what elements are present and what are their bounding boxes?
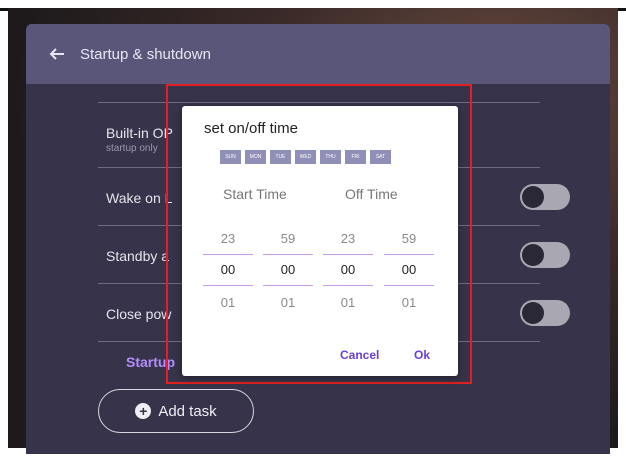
picker-prev[interactable]: 23: [323, 224, 373, 254]
picker-next[interactable]: 01: [384, 288, 434, 318]
day-sun[interactable]: SUN: [220, 150, 241, 164]
picker-prev[interactable]: 59: [384, 224, 434, 254]
toggle-knob: [522, 186, 544, 208]
set-time-dialog: set on/off time SUN MON TUE WED THU FRI …: [182, 106, 458, 376]
ok-button[interactable]: Ok: [414, 348, 430, 362]
day-tue[interactable]: TUE: [270, 150, 291, 164]
day-sat[interactable]: SAT: [370, 150, 391, 164]
row-sublabel: startup only: [106, 143, 158, 154]
off-minute-picker[interactable]: 59 00 01: [384, 224, 434, 318]
row-label: Wake on L: [106, 190, 173, 206]
picker-current[interactable]: 00: [263, 254, 313, 286]
dialog-title: set on/off time: [204, 120, 298, 137]
picker-next[interactable]: 01: [263, 288, 313, 318]
startup-link[interactable]: Startup: [126, 354, 175, 370]
day-fri[interactable]: FRI: [345, 150, 366, 164]
picker-current[interactable]: 00: [203, 254, 253, 286]
close-power-toggle[interactable]: [520, 300, 570, 326]
picker-prev[interactable]: 59: [263, 224, 313, 254]
row-label: Standby a: [106, 248, 170, 264]
day-mon[interactable]: MON: [245, 150, 266, 164]
add-task-button[interactable]: + Add task: [98, 389, 254, 433]
weekday-selector: SUN MON TUE WED THU FRI SAT: [220, 150, 391, 164]
standby-toggle[interactable]: [520, 242, 570, 268]
start-minute-picker[interactable]: 59 00 01: [263, 224, 313, 318]
row-label: Built-in OP: [106, 125, 173, 141]
picker-prev[interactable]: 23: [203, 224, 253, 254]
toggle-knob: [522, 244, 544, 266]
off-hour-picker[interactable]: 23 00 01: [323, 224, 373, 318]
picker-current[interactable]: 00: [323, 254, 373, 286]
day-wed[interactable]: WED: [295, 150, 316, 164]
cancel-button[interactable]: Cancel: [340, 348, 379, 362]
start-hour-picker[interactable]: 23 00 01: [203, 224, 253, 318]
back-arrow-icon[interactable]: [48, 45, 66, 63]
wake-toggle[interactable]: [520, 184, 570, 210]
picker-current[interactable]: 00: [384, 254, 434, 286]
picker-next[interactable]: 01: [323, 288, 373, 318]
plus-icon: +: [135, 403, 152, 419]
off-time-title: Off Time: [345, 186, 398, 202]
add-task-label: Add task: [158, 402, 217, 420]
row-label: Close pow: [106, 306, 172, 322]
day-thu[interactable]: THU: [320, 150, 341, 164]
panel-header: Startup & shutdown: [26, 24, 610, 84]
start-time-title: Start Time: [223, 186, 287, 202]
picker-next[interactable]: 01: [203, 288, 253, 318]
page-title: Startup & shutdown: [80, 45, 211, 63]
toggle-knob: [522, 302, 544, 324]
